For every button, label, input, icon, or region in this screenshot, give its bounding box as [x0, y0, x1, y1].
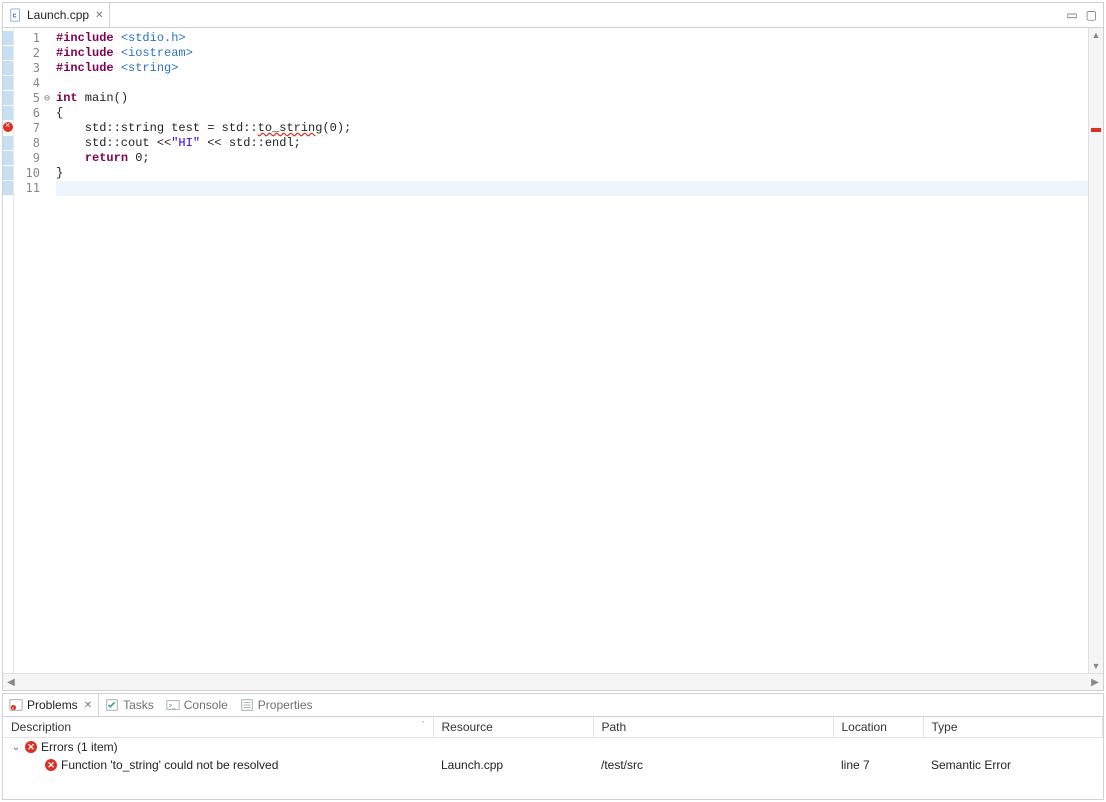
change-marker [3, 106, 13, 120]
tab-problems[interactable]: xProblems ✕ [3, 694, 99, 716]
scroll-right-icon[interactable]: ▶ [1087, 677, 1103, 688]
col-description[interactable]: Descriptionˆ [3, 717, 433, 738]
tab-properties[interactable]: Properties [234, 694, 319, 716]
overview-ruler[interactable]: ▲ ▼ [1088, 28, 1103, 673]
minimize-icon[interactable]: ▭ [1066, 8, 1077, 22]
problems-group-row[interactable]: ⌄ ✕ Errors (1 item) [3, 738, 1103, 757]
problem-location: line 7 [833, 756, 923, 774]
problem-description: Function 'to_string' could not be resolv… [61, 758, 278, 772]
problem-path: /test/src [593, 756, 833, 774]
error-icon: ✕ [25, 741, 37, 753]
tab-console[interactable]: >_ Console [160, 694, 234, 716]
code-line[interactable] [56, 76, 1088, 91]
table-header-row: Descriptionˆ Resource Path Location Type [3, 717, 1103, 738]
tab-label: Properties [258, 698, 313, 712]
tab-label: Tasks [123, 698, 154, 712]
sort-indicator-icon: ˆ [422, 720, 425, 730]
problems-table: Descriptionˆ Resource Path Location Type… [3, 717, 1103, 799]
change-marker [3, 166, 13, 180]
code-line[interactable]: int main() [56, 91, 1088, 106]
line-number: 8 [14, 136, 40, 151]
col-type[interactable]: Type [923, 717, 1103, 738]
svg-text:c: c [13, 13, 17, 20]
svg-text:>_: >_ [168, 703, 176, 710]
problem-type: Semantic Error [923, 756, 1103, 774]
tab-tasks[interactable]: Tasks [99, 694, 160, 716]
code-line[interactable]: #include <iostream> [56, 46, 1088, 61]
chevron-down-icon[interactable]: ⌄ [11, 742, 21, 753]
maximize-icon[interactable]: ▢ [1086, 8, 1097, 22]
problems-group-label: Errors (1 item) [41, 740, 118, 754]
change-marker [3, 136, 13, 150]
editor-body: 1234567891011 ⊖ #include <stdio.h>#inclu… [3, 28, 1103, 673]
code-line[interactable]: #include <string> [56, 61, 1088, 76]
col-path[interactable]: Path [593, 717, 833, 738]
line-number: 4 [14, 76, 40, 91]
ide-root: c Launch.cpp ✕ ▭ ▢ 1234567891011 ⊖ #incl… [0, 0, 1106, 802]
editor-pane: c Launch.cpp ✕ ▭ ▢ 1234567891011 ⊖ #incl… [2, 2, 1104, 691]
col-resource[interactable]: Resource [433, 717, 593, 738]
code-area[interactable]: #include <stdio.h>#include <iostream>#in… [56, 28, 1088, 673]
line-number: 3 [14, 61, 40, 76]
error-icon: ✕ [45, 759, 57, 771]
line-number: 5 [14, 91, 40, 106]
line-number: 9 [14, 151, 40, 166]
change-marker [3, 61, 13, 75]
code-line[interactable]: std::string test = std::to_string(0); [56, 121, 1088, 136]
change-marker [3, 151, 13, 165]
overview-error-marker[interactable] [1091, 128, 1101, 132]
change-marker [3, 91, 13, 105]
fold-ruler: ⊖ [44, 28, 56, 673]
marker-ruler [3, 28, 14, 673]
change-marker [3, 31, 13, 45]
scroll-left-icon[interactable]: ◀ [3, 677, 19, 688]
scroll-up-icon[interactable]: ▲ [1089, 28, 1103, 42]
change-marker [3, 46, 13, 60]
editor-tab-launch-cpp[interactable]: c Launch.cpp ✕ [3, 3, 110, 27]
problem-resource: Launch.cpp [433, 756, 593, 774]
tab-label: Console [184, 698, 228, 712]
code-line[interactable]: { [56, 106, 1088, 121]
code-line[interactable]: std::cout <<"HI" << std::endl; [56, 136, 1088, 151]
editor-tab-bar: c Launch.cpp ✕ ▭ ▢ [3, 3, 1103, 28]
c-file-icon: c [9, 8, 23, 22]
line-number: 2 [14, 46, 40, 61]
close-icon[interactable]: ✕ [95, 10, 103, 21]
code-line[interactable]: return 0; [56, 151, 1088, 166]
line-number: 11 [14, 181, 40, 196]
error-marker[interactable] [3, 121, 13, 135]
line-number: 6 [14, 106, 40, 121]
col-location[interactable]: Location [833, 717, 923, 738]
line-number-gutter: 1234567891011 [14, 28, 44, 673]
code-line[interactable]: } [56, 166, 1088, 181]
bottom-tab-bar: xProblems ✕ Tasks >_ Console Properties [3, 694, 1103, 717]
change-marker [3, 76, 13, 90]
horizontal-scrollbar[interactable]: ◀ ▶ [3, 673, 1103, 690]
fold-toggle-icon[interactable]: ⊖ [44, 91, 56, 103]
editor-window-controls: ▭ ▢ [1066, 8, 1103, 22]
line-number: 1 [14, 31, 40, 46]
close-icon[interactable]: ✕ [84, 700, 92, 711]
code-line[interactable]: #include <stdio.h> [56, 31, 1088, 46]
editor-tab-label: Launch.cpp [27, 8, 89, 22]
scroll-down-icon[interactable]: ▼ [1089, 659, 1103, 673]
problem-row[interactable]: ✕ Function 'to_string' could not be resol… [3, 756, 1103, 774]
code-line[interactable] [56, 181, 1088, 196]
change-marker [3, 181, 13, 195]
bottom-pane: xProblems ✕ Tasks >_ Console Properties Desc… [2, 693, 1104, 800]
line-number: 7 [14, 121, 40, 136]
tab-label: Problems [27, 698, 78, 712]
line-number: 10 [14, 166, 40, 181]
